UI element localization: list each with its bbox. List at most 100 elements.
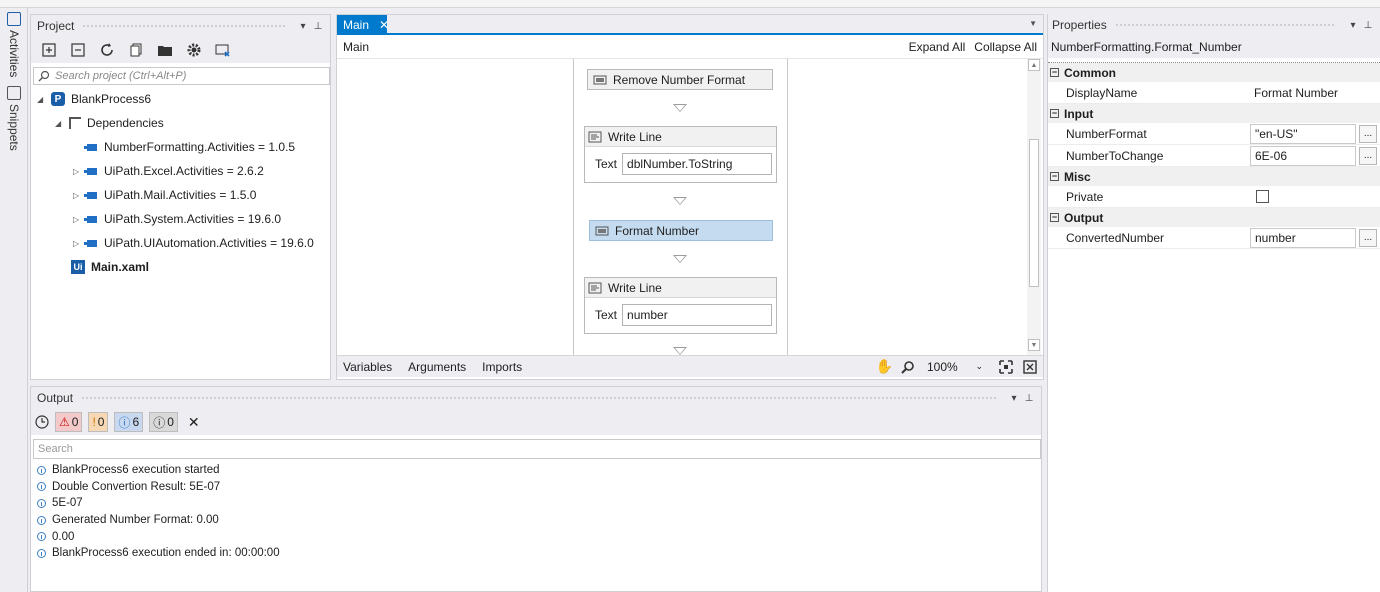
hand-pan-icon[interactable]: ✋ xyxy=(876,358,893,375)
snippets-tab-label: Snippets xyxy=(7,104,21,151)
text-input[interactable]: dblNumber.ToString xyxy=(622,153,773,175)
expand-triangle-icon[interactable]: ▷ xyxy=(73,167,81,176)
tree-node-root[interactable]: ◢ P BlankProcess6 xyxy=(37,89,151,109)
text-input[interactable]: number xyxy=(622,304,773,326)
tab-list-dropdown-icon[interactable]: ▼ xyxy=(1029,19,1037,28)
warnings-filter-button[interactable]: ! 0 xyxy=(88,412,109,432)
breadcrumb-main[interactable]: Main xyxy=(343,40,369,54)
expand-all-icon[interactable] xyxy=(39,40,59,60)
info-filter-button[interactable]: ⓘ 6 xyxy=(114,412,144,432)
category-common[interactable]: − Common xyxy=(1048,63,1380,82)
number-format-input[interactable]: "en-US" xyxy=(1250,123,1356,144)
copy-icon[interactable] xyxy=(126,40,146,60)
tree-node-dependencies[interactable]: ◢ Dependencies xyxy=(55,113,164,133)
number-to-change-input[interactable]: 6E-06 xyxy=(1250,145,1356,166)
tree-node-dependency[interactable]: ▷ UiPath.Mail.Activities = 1.5.0 xyxy=(73,185,256,205)
expression-editor-button[interactable]: ... xyxy=(1359,228,1377,247)
expression-editor-button[interactable]: ... xyxy=(1359,124,1377,143)
search-icon xyxy=(38,70,50,82)
activities-tab[interactable]: Activities xyxy=(4,12,24,77)
expand-triangle-icon[interactable]: ▷ xyxy=(73,191,81,200)
info-icon xyxy=(37,465,46,475)
activity-write-line-1[interactable]: Write Line Text dblNumber.ToString xyxy=(584,126,777,183)
selected-activity-name: NumberFormatting.Format_Number xyxy=(1048,36,1380,58)
collapse-box-icon[interactable]: − xyxy=(1050,68,1059,77)
workflow-canvas[interactable]: Remove Number Format Write Line Text dbl… xyxy=(337,59,1043,355)
display-name-value[interactable]: Format Number xyxy=(1250,86,1380,100)
chevron-down-icon: ⌄ xyxy=(975,361,983,371)
activity-write-line-2[interactable]: Write Line Text number xyxy=(584,277,777,334)
expression-editor-button[interactable]: ... xyxy=(1359,146,1377,165)
collapse-box-icon[interactable]: − xyxy=(1050,109,1059,118)
info-icon xyxy=(37,515,46,525)
pin-icon[interactable]: ⊥ xyxy=(1362,20,1374,31)
scroll-thumb[interactable] xyxy=(1029,139,1039,287)
variables-tab[interactable]: Variables xyxy=(343,360,392,374)
scroll-down-icon[interactable]: ▼ xyxy=(1028,339,1040,351)
arguments-tab[interactable]: Arguments xyxy=(408,360,466,374)
tree-node-main-xaml[interactable]: Ui Main.xaml xyxy=(71,257,149,277)
zoom-select[interactable]: 100% ⌄ xyxy=(923,358,987,376)
properties-title: Properties xyxy=(1052,18,1107,32)
expand-all-button[interactable]: Expand All xyxy=(909,40,966,54)
process-icon: P xyxy=(51,92,65,106)
activity-remove-number-format[interactable]: Remove Number Format xyxy=(587,69,773,90)
snippets-tab[interactable]: Snippets xyxy=(4,86,24,151)
scroll-up-icon[interactable]: ▲ xyxy=(1028,59,1040,71)
project-search-input[interactable]: Search project (Ctrl+Alt+P) xyxy=(33,67,330,85)
project-panel-title: Project xyxy=(37,19,75,33)
fit-to-screen-icon[interactable] xyxy=(999,359,1013,374)
collapse-all-button[interactable]: Collapse All xyxy=(974,40,1037,54)
tree-node-dependency[interactable]: ▷ UiPath.System.Activities = 19.6.0 xyxy=(73,209,281,229)
panel-dropdown-icon[interactable]: ▾ xyxy=(1347,20,1359,31)
log-text: Double Convertion Result: 5E-07 xyxy=(52,480,221,493)
log-line: Generated Number Format: 0.00 xyxy=(31,512,1041,529)
panel-dropdown-icon[interactable]: ▾ xyxy=(297,21,309,32)
project-panel-header: Project ▾ ⊥ xyxy=(31,15,330,37)
expand-triangle-icon[interactable]: ▷ xyxy=(73,215,81,224)
collapse-box-icon[interactable]: − xyxy=(1050,213,1059,222)
flow-arrow-icon xyxy=(673,255,687,263)
category-output[interactable]: − Output xyxy=(1048,208,1380,227)
clear-output-icon[interactable]: ✕ xyxy=(188,414,200,431)
output-search-input[interactable]: Search xyxy=(33,439,1041,459)
canvas-vertical-scrollbar[interactable]: ▲ ▼ xyxy=(1027,59,1041,355)
property-name: DisplayName xyxy=(1066,85,1138,100)
tree-node-dependency[interactable]: ▷ UiPath.UIAutomation.Activities = 19.6.… xyxy=(73,233,314,253)
clock-icon[interactable] xyxy=(35,415,49,429)
orchestrator-icon[interactable] xyxy=(213,40,233,60)
panel-dropdown-icon[interactable]: ▾ xyxy=(1008,393,1020,404)
converted-number-input[interactable]: number xyxy=(1250,227,1356,248)
tree-node-dependency[interactable]: ▷ UiPath.Excel.Activities = 2.6.2 xyxy=(73,161,264,181)
project-search-placeholder: Search project (Ctrl+Alt+P) xyxy=(55,70,187,82)
output-search-placeholder: Search xyxy=(38,443,73,455)
pin-icon[interactable]: ⊥ xyxy=(1023,393,1035,404)
pin-icon[interactable]: ⊥ xyxy=(312,21,324,32)
folder-icon[interactable] xyxy=(155,40,175,60)
activity-label: Remove Number Format xyxy=(613,72,746,87)
refresh-icon[interactable] xyxy=(97,40,117,60)
collapse-box-icon[interactable]: − xyxy=(1050,172,1059,181)
properties-panel: Properties ▾ ⊥ NumberFormatting.Format_N… xyxy=(1047,14,1380,592)
tree-node-dependency[interactable]: NumberFormatting.Activities = 1.0.5 xyxy=(73,137,295,157)
imports-tab[interactable]: Imports xyxy=(482,360,522,374)
tab-main[interactable]: Main ✕ xyxy=(337,15,389,35)
collapse-all-icon[interactable] xyxy=(68,40,88,60)
activity-label: Format Number xyxy=(615,223,700,238)
errors-filter-button[interactable]: ⚠ 0 xyxy=(55,412,83,432)
category-misc[interactable]: − Misc xyxy=(1048,167,1380,186)
overview-icon[interactable] xyxy=(1023,359,1037,374)
close-icon[interactable]: ✕ xyxy=(379,18,389,32)
private-checkbox[interactable] xyxy=(1256,190,1269,203)
activity-format-number[interactable]: Format Number xyxy=(589,220,773,241)
category-label: Output xyxy=(1064,210,1104,225)
collapse-triangle-icon[interactable]: ◢ xyxy=(37,95,45,104)
category-input[interactable]: − Input xyxy=(1048,104,1380,123)
zoom-search-icon[interactable] xyxy=(901,360,915,374)
gear-icon[interactable] xyxy=(184,40,204,60)
expand-triangle-icon[interactable]: ▷ xyxy=(73,239,81,248)
collapse-triangle-icon[interactable]: ◢ xyxy=(55,119,63,128)
trace-filter-button[interactable]: ⓘ 0 xyxy=(149,412,178,432)
property-row-convertednumber: ConvertedNumber number ... xyxy=(1048,227,1380,249)
panel-grip xyxy=(81,395,997,401)
